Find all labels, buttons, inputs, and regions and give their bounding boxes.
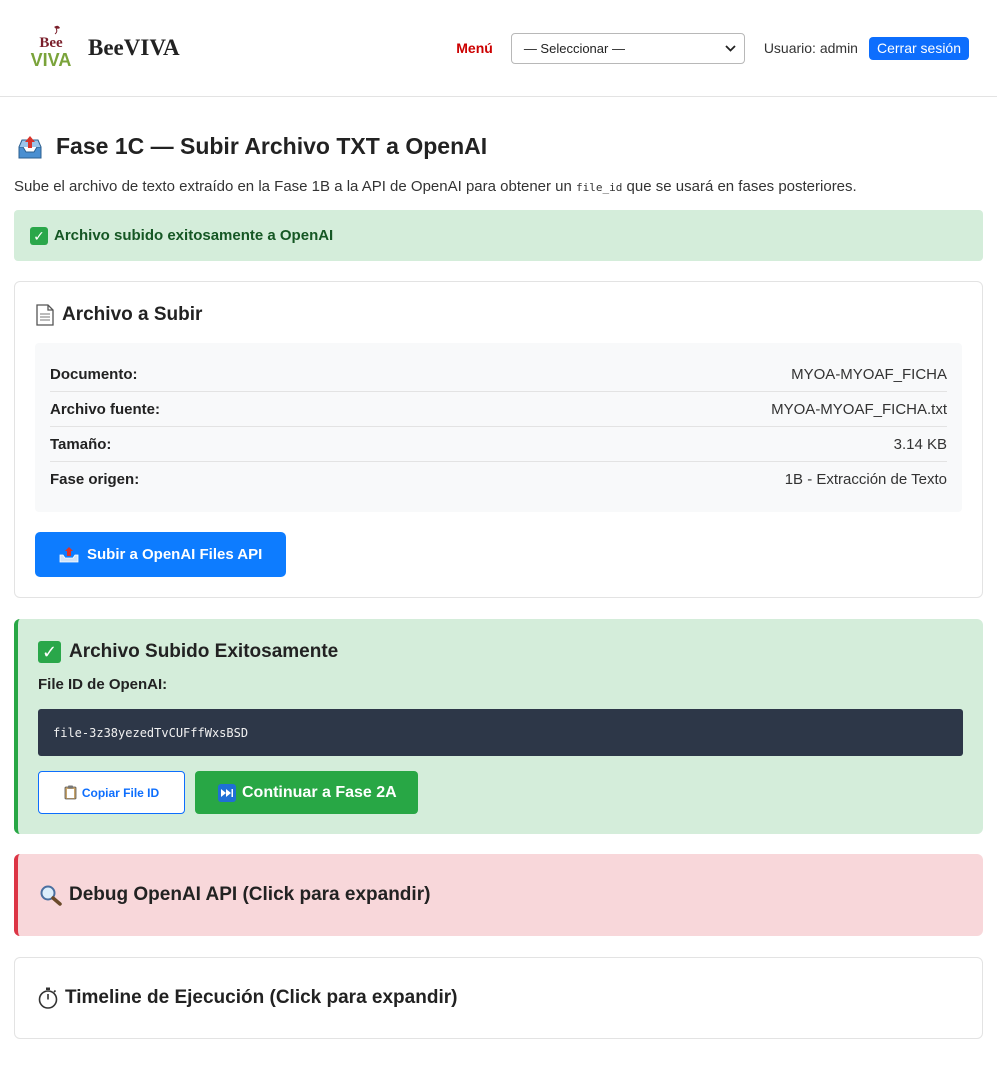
upload-success-card: ✓ Archivo Subido Exitosamente File ID de… xyxy=(14,619,983,834)
upload-card: Archivo a Subir Documento: MYOA-MYOAF_FI… xyxy=(14,281,983,598)
file-id-label: File ID de OpenAI: xyxy=(38,676,168,693)
file-id-value: file-3z38yezedTvCUFffWxsBSD xyxy=(53,725,249,740)
user-label: Usuario: admin xyxy=(763,40,858,56)
debug-card[interactable]: Debug OpenAI API (Click para expandir) xyxy=(14,854,983,936)
logout-button[interactable]: Cerrar sesión xyxy=(868,36,969,60)
info-row-source-phase: Fase origen: 1B - Extracción de Texto xyxy=(50,462,947,497)
stopwatch-icon xyxy=(38,987,58,1009)
continue-button-label: Continuar a Fase 2A xyxy=(242,783,397,801)
timeline-card-title-text: Timeline de Ejecución (Click para expand… xyxy=(65,987,458,1008)
success-alert: ✓ Archivo subido exitosamente a OpenAI xyxy=(14,210,983,261)
menu-select[interactable]: — Seleccionar — xyxy=(510,32,745,64)
timeline-card[interactable]: Timeline de Ejecución (Click para expand… xyxy=(14,957,983,1039)
success-alert-text: Archivo subido exitosamente a OpenAI xyxy=(54,227,334,244)
menu-label: Menú xyxy=(456,40,493,56)
menu-select-value: — Seleccionar — xyxy=(523,40,625,56)
upload-success-title: ✓ Archivo Subido Exitosamente xyxy=(38,641,963,663)
info-key: Documento: xyxy=(50,365,138,383)
top-navbar: Bee VIVA BeeVIVA Menú — Seleccionar — Us… xyxy=(0,0,997,97)
svg-text:VIVA: VIVA xyxy=(31,50,72,70)
clipboard-icon xyxy=(64,785,77,800)
info-row-source-file: Archivo fuente: MYOA-MYOAF_FICHA.txt xyxy=(50,392,947,427)
page-title-text: Fase 1C — Subir Archivo TXT a OpenAI xyxy=(56,133,488,159)
beeviva-logo[interactable]: Bee VIVA xyxy=(26,24,76,72)
upload-openai-button[interactable]: Subir a OpenAI Files API xyxy=(35,532,287,577)
brand-name[interactable]: BeeVIVA xyxy=(88,35,180,61)
info-value: 1B - Extracción de Texto xyxy=(784,471,947,488)
desc-before: Sube el archivo de texto extraído en la … xyxy=(14,178,577,195)
upload-card-title: Archivo a Subir xyxy=(35,304,962,326)
magnifier-icon xyxy=(40,885,62,906)
info-value: MYOA-MYOAF_FICHA.txt xyxy=(771,400,947,418)
info-row-size: Tamaño: 3.14 KB xyxy=(50,427,947,462)
svg-text:Bee: Bee xyxy=(39,35,63,51)
success-actions: Copiar File ID Continuar a Fase 2A xyxy=(38,771,963,814)
fast-forward-icon xyxy=(218,783,236,802)
outbox-tray-icon xyxy=(59,547,79,563)
info-key: Fase origen: xyxy=(50,471,140,488)
file-info-table: Documento: MYOA-MYOAF_FICHA Archivo fuen… xyxy=(35,343,962,512)
check-mark-icon: ✓ xyxy=(30,226,48,245)
chevron-down-icon xyxy=(725,44,736,52)
document-icon xyxy=(36,304,54,326)
main-content: Fase 1C — Subir Archivo TXT a OpenAI Sub… xyxy=(0,133,997,1039)
desc-after: que se usará en fases posteriores. xyxy=(622,178,857,195)
check-mark-icon: ✓ xyxy=(38,641,61,663)
info-value: 3.14 KB xyxy=(893,435,947,453)
continue-phase-2a-button[interactable]: Continuar a Fase 2A xyxy=(195,771,418,814)
copy-button-label: Copiar File ID xyxy=(81,785,160,800)
upload-card-title-text: Archivo a Subir xyxy=(62,304,203,325)
debug-card-title-text: Debug OpenAI API (Click para expandir) xyxy=(69,884,431,905)
info-value: MYOA-MYOAF_FICHA xyxy=(791,365,947,383)
nav-area: Menú — Seleccionar — Usuario: admin Cerr… xyxy=(456,32,969,64)
copy-file-id-button[interactable]: Copiar File ID xyxy=(38,771,185,814)
file-id-code[interactable]: file-3z38yezedTvCUFffWxsBSD xyxy=(38,709,963,756)
outbox-tray-icon xyxy=(18,135,42,158)
info-key: Tamaño: xyxy=(50,435,112,453)
upload-success-title-text: Archivo Subido Exitosamente xyxy=(69,641,339,662)
timeline-card-title: Timeline de Ejecución (Click para expand… xyxy=(37,987,457,1009)
info-key: Archivo fuente: xyxy=(50,400,161,418)
page-title: Fase 1C — Subir Archivo TXT a OpenAI xyxy=(16,133,983,160)
page-description: Sube el archivo de texto extraído en la … xyxy=(14,178,983,195)
desc-code: file_id xyxy=(576,181,623,194)
upload-button-label: Subir a OpenAI Files API xyxy=(87,546,263,563)
debug-card-title: Debug OpenAI API (Click para expandir) xyxy=(39,884,430,906)
info-row-document: Documento: MYOA-MYOAF_FICHA xyxy=(50,357,947,392)
